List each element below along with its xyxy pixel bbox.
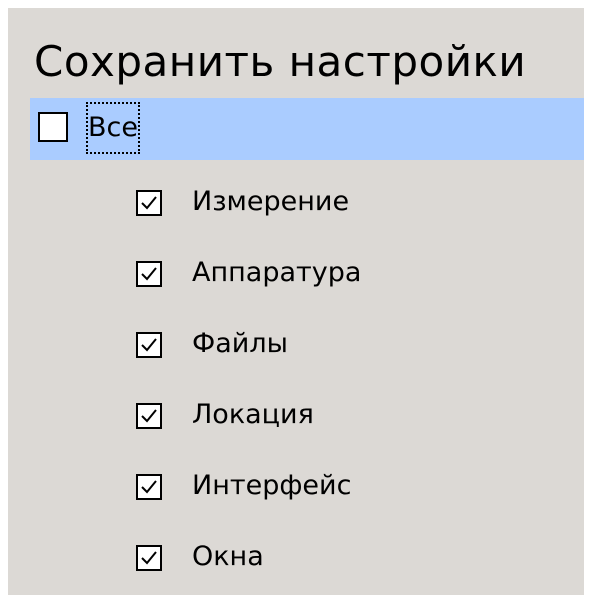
- settings-row-all[interactable]: Все: [30, 98, 584, 160]
- checkmark-icon: [141, 409, 157, 423]
- settings-item-location[interactable]: Локация: [134, 397, 554, 433]
- settings-item-measurement[interactable]: Измерение: [134, 184, 554, 220]
- checkmark-icon: [141, 338, 157, 352]
- settings-item-label: Окна: [192, 541, 264, 572]
- checkmark-icon: [141, 196, 157, 210]
- settings-item-interface[interactable]: Интерфейс: [134, 468, 554, 504]
- windows-checkbox[interactable]: [136, 545, 162, 571]
- hardware-checkbox[interactable]: [136, 261, 162, 287]
- location-checkbox[interactable]: [136, 403, 162, 429]
- checkmark-icon: [141, 480, 157, 494]
- checkmark-icon: [141, 551, 157, 565]
- settings-item-label: Измерение: [192, 186, 350, 217]
- all-label[interactable]: Все: [86, 102, 140, 154]
- save-settings-panel: Сохранить настройки Все Измерение Аппара…: [8, 8, 584, 595]
- settings-item-label: Локация: [192, 399, 314, 430]
- settings-item-label: Интерфейс: [192, 470, 352, 501]
- all-checkbox[interactable]: [38, 112, 68, 142]
- settings-item-label: Файлы: [192, 328, 288, 359]
- checkmark-icon: [141, 267, 157, 281]
- settings-item-files[interactable]: Файлы: [134, 326, 554, 362]
- files-checkbox[interactable]: [136, 332, 162, 358]
- measurement-checkbox[interactable]: [136, 190, 162, 216]
- settings-item-hardware[interactable]: Аппаратура: [134, 255, 554, 291]
- settings-item-label: Аппаратура: [192, 257, 362, 288]
- interface-checkbox[interactable]: [136, 474, 162, 500]
- page-title: Сохранить настройки: [34, 37, 527, 86]
- settings-item-windows[interactable]: Окна: [134, 539, 554, 575]
